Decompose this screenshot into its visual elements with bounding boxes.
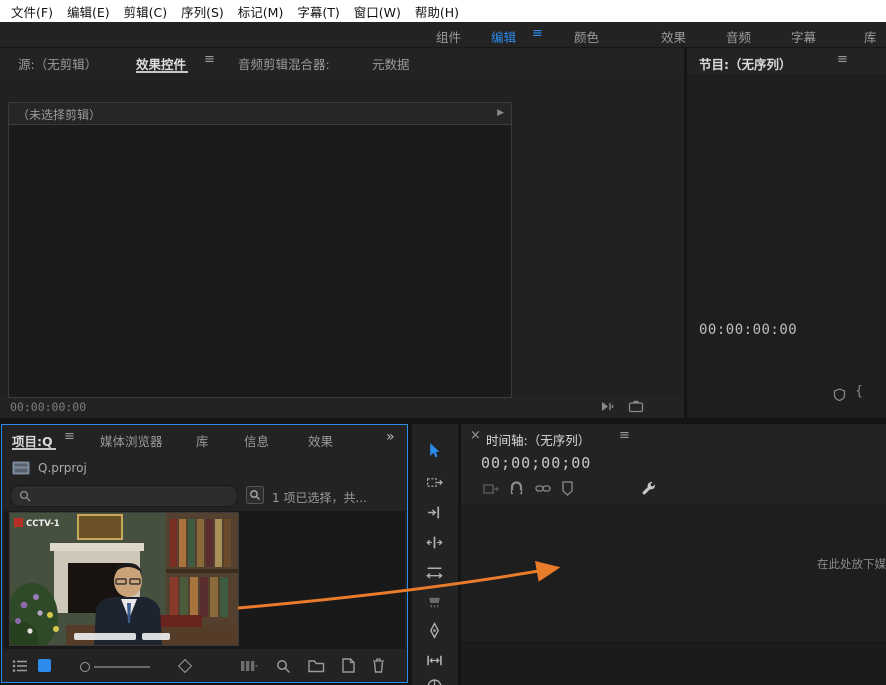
menu-item-title[interactable]: 字幕(T) [290,2,346,21]
effect-controls-timecode: 00:00:00:00 [10,400,86,414]
drop-media-message: 在此处放下媒体以 [817,556,886,572]
workspace-bar: 组件 编辑 ≡ 颜色 效果 音频 字幕 库 [0,22,886,48]
zoom-slider-track[interactable] [94,666,150,668]
workspace-tab-color[interactable]: 颜色 [574,27,599,46]
menu-item-help[interactable]: 帮助(H) [408,2,466,21]
menu-item-clip[interactable]: 剪辑(C) [117,2,174,21]
tab-effects-clipped[interactable]: 效果 [308,431,338,450]
search-input[interactable] [35,487,234,505]
menu-item-sequence[interactable]: 序列(S) [174,2,231,21]
tab-info[interactable]: 信息 [244,431,269,450]
workspace-tab-effects[interactable]: 效果 [661,27,686,46]
channel-watermark: CCTV-1 [26,519,60,529]
tab-media-browser[interactable]: 媒体浏览器 [100,431,163,450]
tab-timeline[interactable]: 时间轴:（无序列） [486,430,590,449]
panel-menu-icon[interactable]: ≡ [64,430,75,443]
hand-tool-icon[interactable] [426,678,443,685]
menu-item-edit[interactable]: 编辑(E) [60,2,117,21]
search-icon [19,490,31,502]
search-box [10,485,238,507]
project-panel: 项目:Q ≡ 媒体浏览器 库 信息 效果 » Q.prproj 1 项已选择，共… [1,424,408,683]
search-scope-icon[interactable] [246,486,264,504]
automate-to-sequence-icon[interactable] [240,659,258,673]
list-view-icon[interactable] [12,659,28,673]
effect-controls-empty-header: （未选择剪辑） ▶ [9,103,511,125]
effect-controls-panel: 源:（无剪辑） 效果控件 ≡ 音频剪辑混合器: 元数据 （未选择剪辑） ▶ 00… [0,48,684,418]
menu-item-window[interactable]: 窗口(W) [347,2,408,21]
project-file-name[interactable]: Q.prproj [38,461,87,475]
project-thumbnail: CCTV-1 [10,513,238,645]
safe-margins-icon[interactable] [833,388,846,401]
tab-libraries[interactable]: 库 [196,431,209,450]
menu-item-file[interactable]: 文件(F) [4,2,60,21]
clip-thumbnail-tile[interactable]: CCTV-1 [10,513,238,645]
selection-status: 1 项已选择，共... [272,489,402,506]
no-clip-selected-label: （未选择剪辑） [17,106,101,123]
program-monitor-panel: 节目:（无序列） ≡ 00:00:00:00 { [687,48,886,418]
workspace-tab-titles[interactable]: 字幕 [791,27,816,46]
workspace-tab-audio[interactable]: 音频 [726,27,751,46]
tools-panel [412,424,458,685]
panel-menu-icon[interactable]: ≡ [837,53,848,66]
rolling-edit-tool-icon[interactable] [426,534,443,551]
panel-menu-icon[interactable]: ≡ [204,53,215,66]
find-icon[interactable] [276,659,291,674]
track-select-tool-icon[interactable] [426,474,443,491]
slip-tool-icon[interactable] [426,652,443,669]
new-item-icon[interactable] [342,658,355,673]
program-monitor-viewport [687,74,886,418]
new-bin-icon[interactable] [308,659,325,673]
selection-tool-icon[interactable] [426,442,443,459]
panel-menu-icon[interactable]: ≡ [619,429,630,442]
add-marker-icon[interactable] [561,481,574,496]
timeline-drop-zone[interactable]: 在此处放下媒体以 [461,504,886,685]
expand-icon[interactable]: ▶ [497,108,504,118]
tab-metadata[interactable]: 元数据 [372,54,410,73]
menu-bar: 文件(F) 编辑(E) 剪辑(C) 序列(S) 标记(M) 字幕(T) 窗口(W… [0,0,886,22]
menu-item-marker[interactable]: 标记(M) [231,2,291,21]
tab-audio-clip-mixer[interactable]: 音频剪辑混合器: [238,54,330,73]
tab-program-monitor[interactable]: 节目:（无序列） [699,54,792,73]
project-file-icon [12,461,30,475]
active-tab-underline [136,71,188,73]
export-frame-icon[interactable] [628,400,644,413]
snap-magnet-icon[interactable] [509,481,524,496]
tab-source-monitor[interactable]: 源:（无剪辑） [18,54,97,73]
workspace-tab-libraries[interactable]: 库 [864,27,877,46]
effect-controls-empty-box: （未选择剪辑） ▶ [8,102,512,398]
icon-view-icon[interactable] [38,659,51,672]
workspace-menu-icon[interactable]: ≡ [532,26,543,41]
zoom-slider-handle[interactable] [80,662,90,672]
tab-effects-label: 效果 [308,434,333,449]
play-audio-icon[interactable] [600,400,616,413]
timeline-settings-wrench-icon[interactable] [641,480,657,496]
panel-overflow-icon[interactable]: » [386,429,395,445]
nest-sequence-icon[interactable] [483,482,499,496]
timeline-panel: × 时间轴:（无序列） ≡ 00;00;00;00 在此处放下媒体以 [461,424,886,685]
ripple-edit-tool-icon[interactable] [426,504,443,521]
timeline-timecode[interactable]: 00;00;00;00 [481,454,591,472]
linked-selection-icon[interactable] [535,482,551,495]
close-panel-icon[interactable]: × [470,428,481,443]
timeline-audio-area [461,643,886,685]
clear-trash-icon[interactable] [372,658,385,673]
workspace-tab-assembly[interactable]: 组件 [436,27,461,46]
sort-icons-icon[interactable] [178,659,192,673]
active-tab-underline [12,448,56,450]
razor-tool-icon[interactable] [426,594,443,611]
program-timecode: 00:00:00:00 [699,322,797,338]
rate-stretch-tool-icon[interactable] [426,564,443,581]
lift-icon[interactable]: { [855,384,863,399]
pen-tool-icon[interactable] [426,622,443,639]
workspace-tab-editing[interactable]: 编辑 [491,27,516,46]
